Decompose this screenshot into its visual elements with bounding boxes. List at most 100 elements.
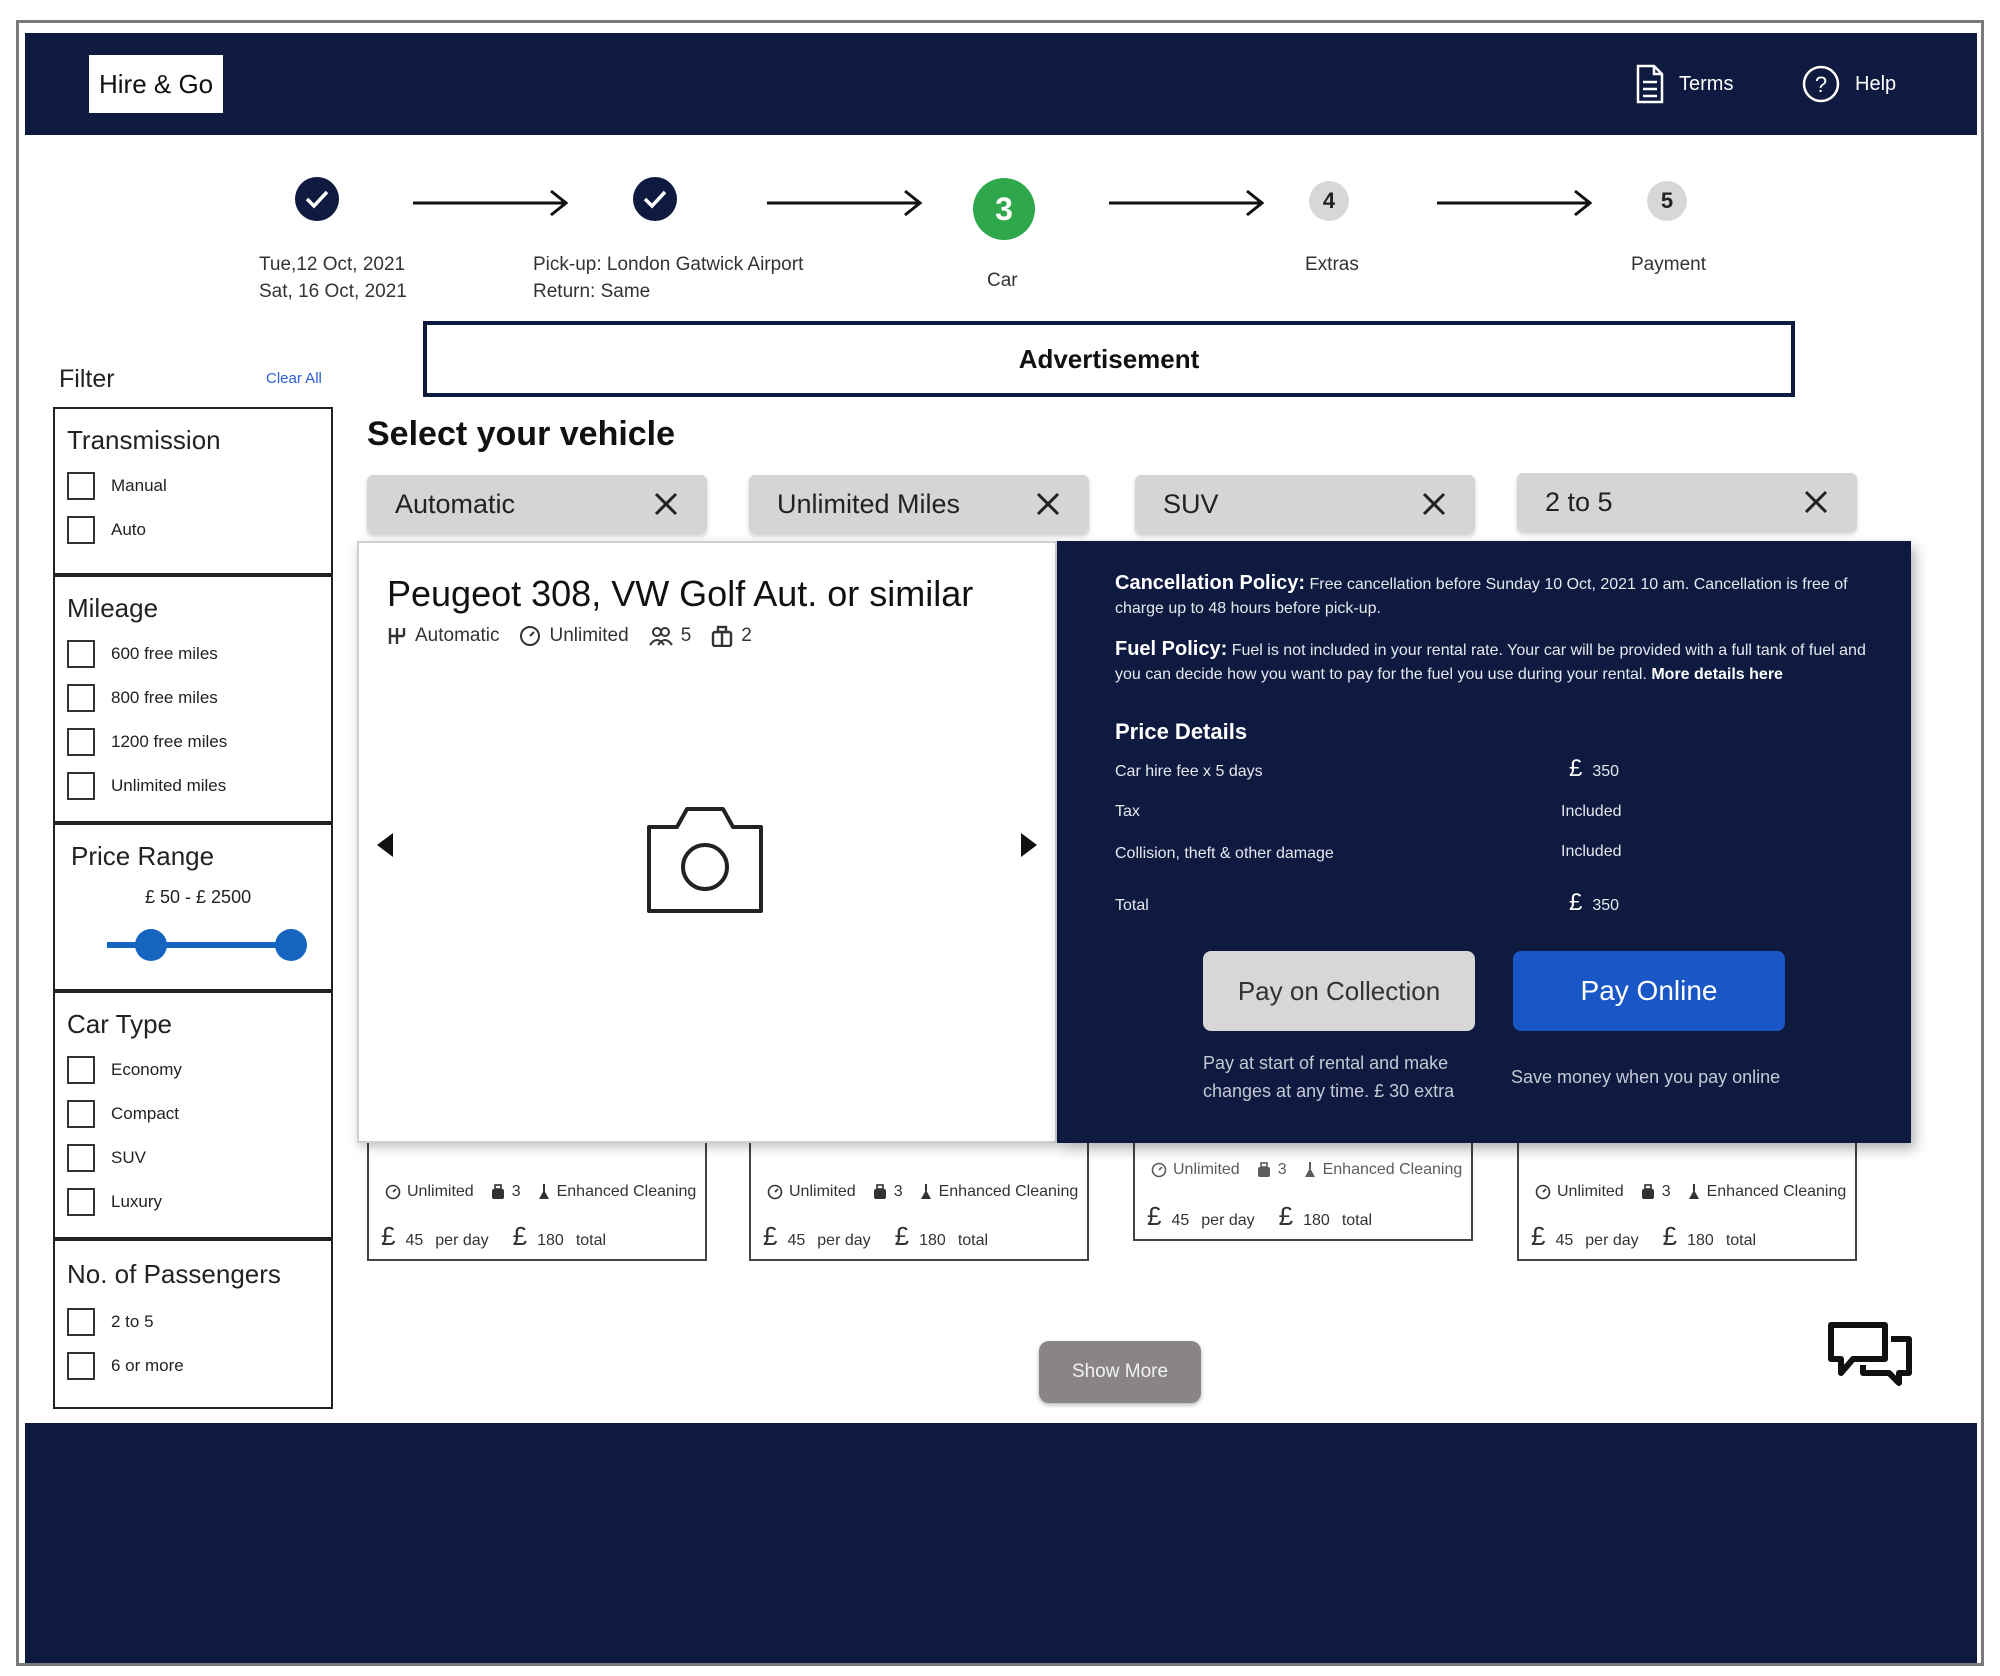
- luggage-icon: [873, 1184, 886, 1199]
- document-icon: [1636, 64, 1664, 104]
- card-price: £45 per day £180 total: [381, 1221, 607, 1251]
- spec-passengers: 5: [648, 625, 691, 647]
- step-1-label: Tue,12 Oct, 2021 Sat, 16 Oct, 2021: [259, 254, 407, 302]
- filter-car-type: Car Type Economy Compact SUV Luxury: [53, 991, 333, 1239]
- card-features: Unlimited 3 Enhanced Cleaning: [1145, 1161, 1462, 1179]
- fuel-policy: Fuel Policy: Fuel is not included in you…: [1115, 638, 1866, 683]
- checkbox[interactable]: [67, 1352, 95, 1380]
- filter-option-unlimited[interactable]: Unlimited miles: [67, 771, 226, 801]
- more-details-link[interactable]: More details here: [1651, 666, 1783, 683]
- filter-option-luxury[interactable]: Luxury: [67, 1187, 162, 1217]
- price-range-max-handle[interactable]: [275, 929, 307, 961]
- cancellation-policy: Cancellation Policy: Free cancellation b…: [1115, 572, 1848, 617]
- price-row-value: £350: [1569, 755, 1620, 782]
- checkbox[interactable]: [67, 1056, 95, 1084]
- chat-icon[interactable]: [1827, 1321, 1913, 1387]
- step-4-pending[interactable]: 4: [1309, 181, 1349, 221]
- arrow-right-icon: [1437, 189, 1593, 217]
- checkbox[interactable]: [67, 516, 95, 544]
- price-row-value: Included: [1561, 803, 1622, 820]
- price-row-value: £350: [1569, 889, 1620, 916]
- filter-option-800[interactable]: 800 free miles: [67, 683, 218, 713]
- cleaning-icon: [920, 1184, 931, 1199]
- arrow-right-icon: [767, 189, 923, 217]
- header-bar: Hire & Go Terms ? Help: [25, 33, 1977, 135]
- help-link[interactable]: ? Help: [1801, 55, 1896, 113]
- filter-chip-suv[interactable]: SUV: [1135, 475, 1475, 533]
- filter-option-1200[interactable]: 1200 free miles: [67, 727, 227, 757]
- price-details-title: Price Details: [1115, 719, 1248, 744]
- checkbox[interactable]: [67, 1308, 95, 1336]
- filter-passengers: No. of Passengers 2 to 5 6 or more: [53, 1239, 333, 1409]
- filter-title: Filter: [59, 365, 115, 393]
- step-1-done[interactable]: [295, 177, 339, 221]
- arrow-right-icon: [413, 189, 569, 217]
- clear-all-link[interactable]: Clear All: [266, 370, 322, 387]
- step-3-label: Car: [987, 270, 1018, 291]
- gauge-icon: [767, 1184, 783, 1200]
- app-frame: Hire & Go Terms ? Help Tue,12 Oct, 2021 …: [16, 20, 1984, 1666]
- vehicle-detail-panel: Peugeot 308, VW Golf Aut. or similar Aut…: [357, 541, 1057, 1143]
- filter-option-economy[interactable]: Economy: [67, 1055, 182, 1085]
- checkbox[interactable]: [67, 728, 95, 756]
- booking-summary-panel: Cancellation Policy: Free cancellation b…: [1057, 541, 1911, 1143]
- arrow-right-icon: [1109, 189, 1265, 217]
- chevron-left-icon[interactable]: [375, 831, 395, 859]
- cleaning-icon: [1304, 1162, 1315, 1177]
- filter-option-suv[interactable]: SUV: [67, 1143, 146, 1173]
- check-icon: [643, 190, 667, 209]
- terms-label: Terms: [1679, 72, 1734, 95]
- filter-chip-2-to-5[interactable]: 2 to 5: [1517, 473, 1857, 531]
- card-price: £45 per day £180 total: [1531, 1221, 1757, 1251]
- show-more-button[interactable]: Show More: [1039, 1341, 1201, 1403]
- price-row-label: Collision, theft & other damage: [1115, 845, 1334, 862]
- checkbox[interactable]: [67, 1100, 95, 1128]
- close-icon[interactable]: [1803, 489, 1829, 515]
- close-icon[interactable]: [1421, 491, 1447, 517]
- gauge-icon: [385, 1184, 401, 1200]
- filter-chip-automatic[interactable]: Automatic: [367, 475, 707, 533]
- checkbox[interactable]: [67, 472, 95, 500]
- checkbox[interactable]: [67, 640, 95, 668]
- spec-transmission: Automatic: [387, 625, 499, 647]
- pay-online-button[interactable]: Pay Online: [1513, 951, 1785, 1031]
- logo[interactable]: Hire & Go: [89, 55, 224, 113]
- checkbox[interactable]: [67, 772, 95, 800]
- price-range-track[interactable]: [107, 942, 287, 948]
- step-2-label: Pick-up: London Gatwick Airport Return: …: [533, 254, 804, 302]
- filter-option-600[interactable]: 600 free miles: [67, 639, 218, 669]
- filter-section-title: Transmission: [67, 425, 221, 455]
- close-icon[interactable]: [653, 491, 679, 517]
- advertisement-banner[interactable]: Advertisement: [423, 321, 1795, 397]
- gearbox-icon: [388, 628, 406, 644]
- filter-chip-unlimited-miles[interactable]: Unlimited Miles: [749, 475, 1089, 533]
- price-row-label: Tax: [1115, 803, 1140, 820]
- spec-mileage: Unlimited: [519, 625, 629, 647]
- luggage-icon: [1641, 1184, 1654, 1199]
- price-range-min-handle[interactable]: [135, 929, 167, 961]
- step-4-label: Extras: [1305, 254, 1359, 275]
- filter-option-6-or-more[interactable]: 6 or more: [67, 1351, 184, 1381]
- step-2-done[interactable]: [633, 177, 677, 221]
- filter-option-manual[interactable]: Manual: [67, 471, 167, 501]
- help-icon: ?: [1802, 65, 1840, 103]
- pay-on-collection-button[interactable]: Pay on Collection: [1203, 951, 1475, 1031]
- svg-text:?: ?: [1815, 72, 1827, 97]
- terms-link[interactable]: Terms: [1635, 55, 1733, 113]
- checkbox[interactable]: [67, 1144, 95, 1172]
- filter-mileage: Mileage 600 free miles 800 free miles 12…: [53, 575, 333, 823]
- filter-option-auto[interactable]: Auto: [67, 515, 146, 545]
- page-title: Select your vehicle: [367, 415, 676, 453]
- checkbox[interactable]: [67, 1188, 95, 1216]
- step-5-pending[interactable]: 5: [1647, 181, 1687, 221]
- help-label: Help: [1855, 72, 1897, 95]
- filter-option-compact[interactable]: Compact: [67, 1099, 179, 1129]
- filter-option-2-to-5[interactable]: 2 to 5: [67, 1307, 154, 1337]
- card-price: £45 per day £180 total: [1147, 1201, 1373, 1231]
- chevron-right-icon[interactable]: [1019, 831, 1039, 859]
- checkbox[interactable]: [67, 684, 95, 712]
- close-icon[interactable]: [1035, 491, 1061, 517]
- step-3-current[interactable]: 3: [973, 178, 1035, 240]
- check-icon: [305, 190, 329, 209]
- gauge-icon: [1151, 1162, 1167, 1178]
